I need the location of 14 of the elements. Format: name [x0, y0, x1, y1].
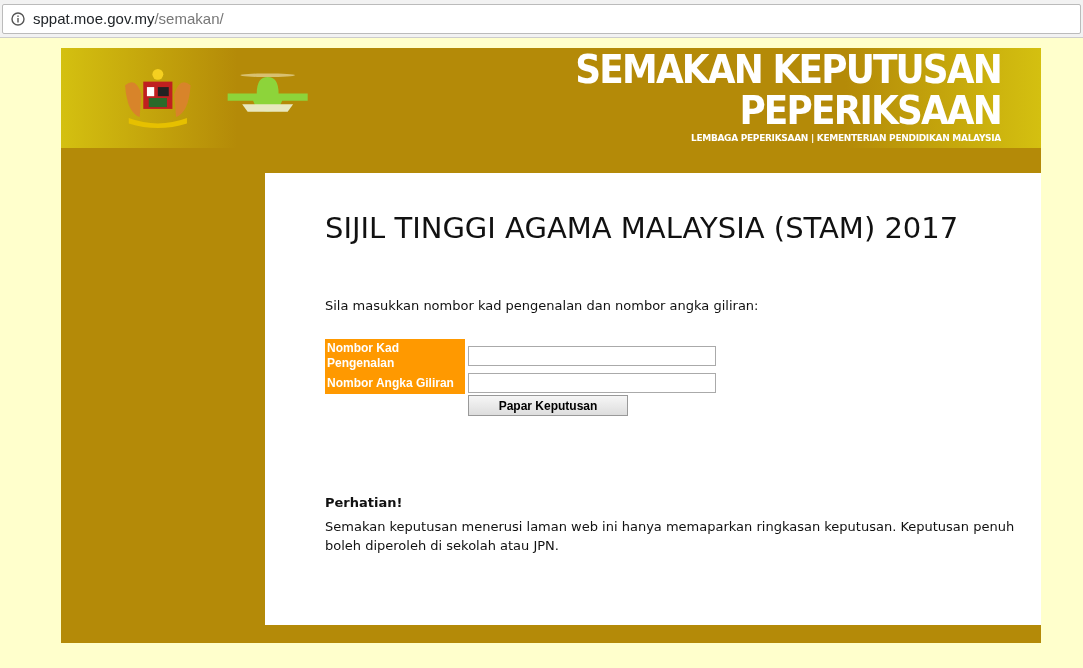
input-field[interactable] — [468, 373, 716, 394]
instruction-text: Sila masukkan nombor kad pengenalan dan nombor angka giliran: — [325, 296, 760, 315]
address-bar[interactable]: sppat.moe.gov.my/semakan/ — [2, 4, 1081, 34]
field-label: Nombor Kad Pengenalan — [325, 339, 465, 373]
site-subtitle: LEMBAGA PEPERIKSAAN | KEMENTERIAN PENDIDIKAN MALAYSIA — [689, 132, 1001, 146]
info-icon — [11, 12, 25, 26]
page-title: SIJIL TINGGI AGAMA MALAYSIA (STAM) 2017 — [325, 211, 960, 246]
notice-text: Semakan keputusan menerusi laman web ini hanya memaparkan ringkasan keputusan. Keputusan penuh boleh diperoleh di sekolah atau JPN. — [325, 517, 1016, 556]
input-field[interactable] — [468, 345, 716, 366]
submit-button[interactable]: Papar Keputusan — [468, 395, 628, 417]
field-label: Nombor Angka Giliran — [325, 372, 465, 395]
site-title: SEMAKAN KEPUTUSAN PEPERIKSAAN — [574, 50, 1001, 133]
url-text: sppat.moe.gov.my/semakan/ — [33, 8, 224, 29]
notice-heading: Perhatian! — [325, 494, 404, 513]
